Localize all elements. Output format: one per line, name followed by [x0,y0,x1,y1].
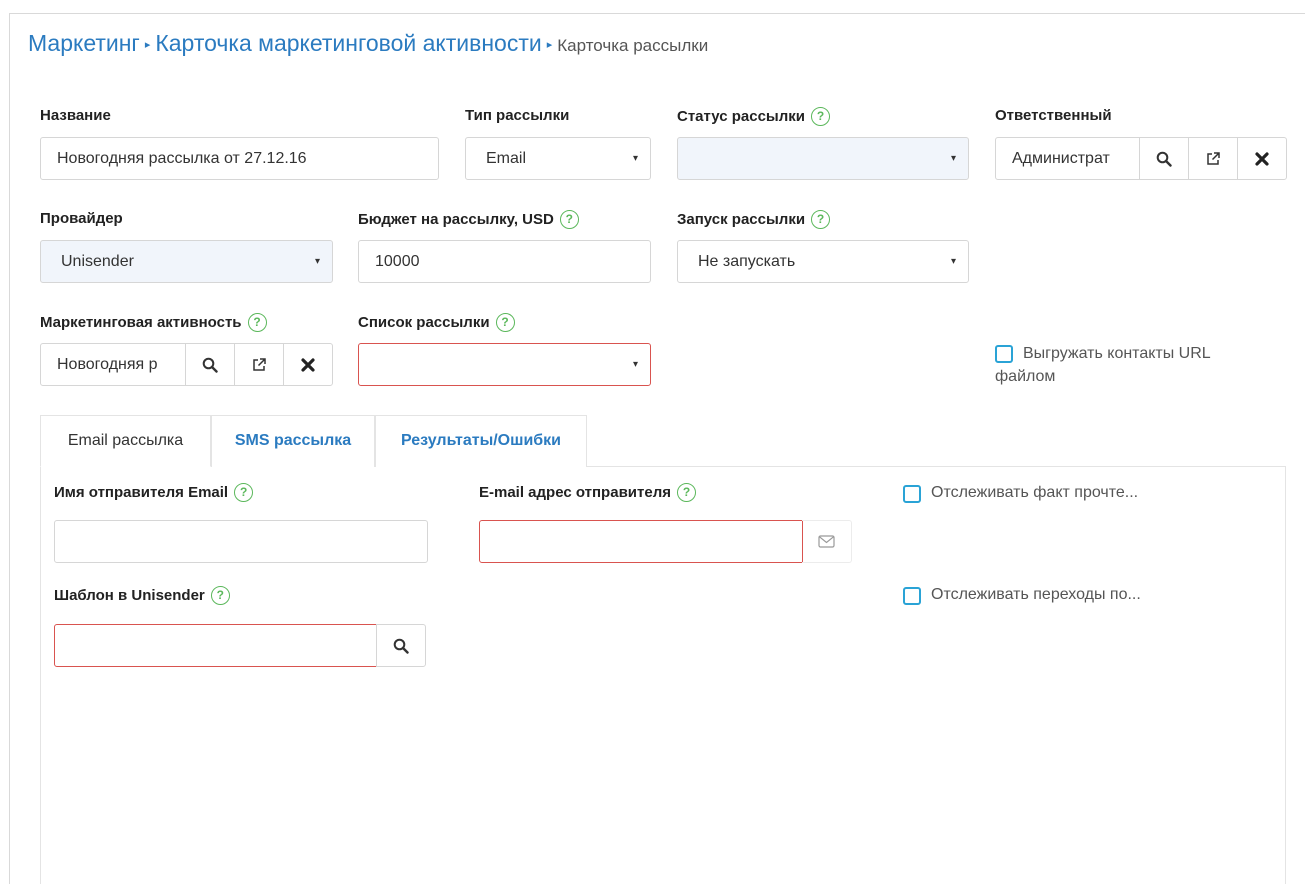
name-input[interactable]: Новогодняя рассылка от 27.12.16 [40,137,439,180]
search-icon [202,357,218,373]
chevron-down-icon: ▾ [950,153,956,164]
track-read-label: Отслеживать факт прочте... [931,484,1139,501]
activity-open-button[interactable] [234,344,283,385]
mailing-list-select[interactable]: ▾ [358,343,651,386]
track-clicks-checkbox[interactable]: Отслеживать переходы по... [903,586,1141,605]
provider-label: Провайдер [40,210,123,227]
owner-clear-button[interactable] [1237,138,1286,179]
chevron-down-icon: ▾ [632,359,638,370]
page-left-border [9,13,10,884]
breadcrumb-separator: ▸ [144,39,151,51]
sender-email-label: E-mail адрес отправителя? [479,483,696,502]
marketing-activity-input[interactable]: Новогодняя р [41,344,185,385]
tab-email[interactable]: Email рассылка [40,415,211,467]
mailing-type-select[interactable]: Email ▾ [465,137,651,180]
activity-search-button[interactable] [185,344,234,385]
template-search-button[interactable] [376,624,426,667]
name-label: Название [40,107,111,124]
checkbox-box[interactable] [903,485,921,503]
search-icon [1156,151,1172,167]
marketing-activity-label: Маркетинговая активность? [40,313,267,332]
template-input[interactable] [54,624,377,667]
owner-label: Ответственный [995,107,1112,124]
export-contacts-label: Выгружать контакты URL [1023,345,1211,362]
sender-email-addon[interactable] [802,520,852,563]
track-read-checkbox[interactable]: Отслеживать факт прочте... [903,484,1138,503]
help-icon[interactable]: ? [810,107,830,126]
external-link-icon [1207,151,1220,165]
page-top-border [9,13,1305,14]
envelope-icon [818,535,835,548]
checkbox-box[interactable] [995,345,1013,363]
close-icon [1255,151,1269,166]
export-contacts-checkbox[interactable]: Выгружать контакты URL [995,341,1285,367]
help-icon[interactable]: ? [811,210,831,229]
breadcrumb: Маркетинг ▸ Карточка маркетинговой активно… [28,30,708,57]
chevron-down-icon: ▾ [314,256,320,267]
marketing-activity-lookup: Новогодняя р [40,343,333,386]
external-link-icon [253,357,266,371]
activity-clear-button[interactable] [283,344,332,385]
help-icon[interactable]: ? [234,483,254,502]
breadcrumb-separator: ▸ [546,39,553,51]
search-icon [393,638,409,654]
checkbox-box[interactable] [903,587,921,605]
help-icon[interactable]: ? [495,313,515,332]
budget-label: Бюджет на рассылку, USD? [358,210,579,229]
export-contacts-label-cont: файлом [995,368,1056,385]
sender-name-label: Имя отправителя Email? [54,483,254,502]
breadcrumb-activity-card[interactable]: Карточка маркетинговой активности [155,30,541,56]
budget-input[interactable]: 10000 [358,240,651,283]
launch-label: Запуск рассылки? [677,210,831,229]
close-icon [301,357,315,372]
chevron-down-icon: ▾ [950,256,956,267]
mailing-status-select[interactable]: ▾ [677,137,969,180]
help-icon[interactable]: ? [559,210,579,229]
help-icon[interactable]: ? [210,586,230,605]
owner-search-button[interactable] [1139,138,1188,179]
launch-select[interactable]: Не запускать ▾ [677,240,969,283]
breadcrumb-current: Карточка рассылки [557,36,709,55]
chevron-down-icon: ▾ [632,153,638,164]
mailing-type-label: Тип рассылки [465,107,570,124]
mailing-list-label: Список рассылки? [358,313,515,332]
mailing-status-label: Статус рассылки? [677,107,830,126]
provider-select[interactable]: Unisender ▾ [40,240,333,283]
owner-open-button[interactable] [1188,138,1237,179]
breadcrumb-marketing[interactable]: Маркетинг [28,30,140,56]
sender-email-input[interactable] [479,520,803,563]
track-clicks-label: Отслеживать переходы по... [931,586,1141,603]
tab-sms[interactable]: SMS рассылка [211,415,375,467]
template-label: Шаблон в Unisender? [54,586,230,605]
owner-lookup: Администрат [995,137,1287,180]
owner-input[interactable]: Администрат [996,138,1139,179]
tab-results[interactable]: Результаты/Ошибки [375,415,587,467]
sender-name-input[interactable] [54,520,428,563]
help-icon[interactable]: ? [247,313,267,332]
help-icon[interactable]: ? [676,483,696,502]
